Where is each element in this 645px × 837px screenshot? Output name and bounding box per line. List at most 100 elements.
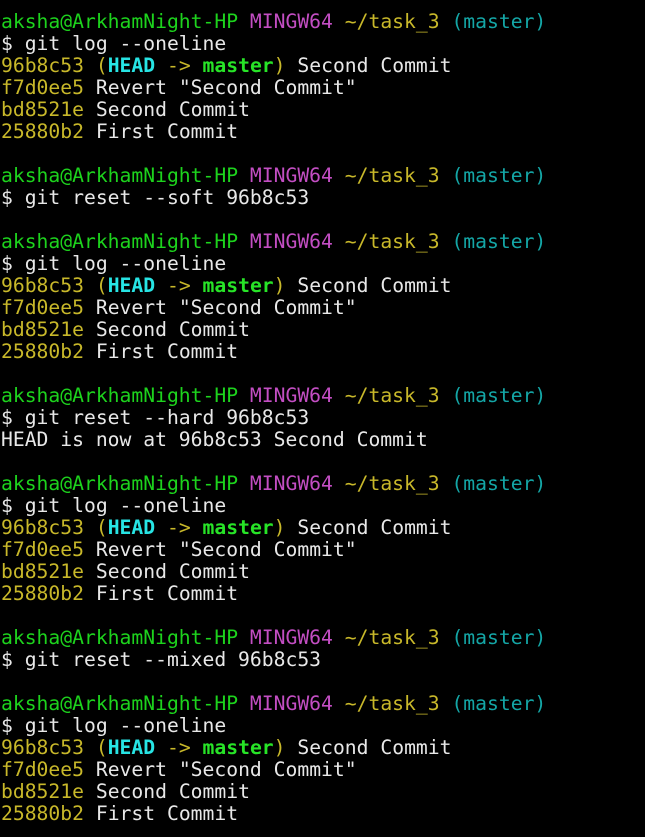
prompt-user-host: aksha@ArkhamNight-HP	[1, 626, 239, 649]
prompt-path: ~/task_3	[344, 230, 440, 253]
master-ref: master	[202, 736, 274, 759]
prompt-branch: (master)	[451, 10, 547, 33]
terminal-window[interactable]: aksha@ArkhamNight-HP MINGW64 ~/task_3 (m…	[1, 11, 645, 825]
prompt-system: MINGW64	[249, 230, 333, 253]
commit-hash: f7d0ee5	[1, 296, 84, 319]
commit-hash: bd8521e	[1, 318, 84, 341]
ref-paren-open: (	[95, 54, 108, 77]
prompt-branch: (master)	[451, 384, 547, 407]
log-line: 96b8c53 (HEAD -> master) Second Commit	[1, 737, 645, 759]
commit-message: Second Commit	[95, 560, 250, 583]
commit-hash: 96b8c53	[1, 274, 84, 297]
commit-hash: bd8521e	[1, 560, 84, 583]
prompt-system: MINGW64	[249, 10, 333, 33]
prompt-line: aksha@ArkhamNight-HP MINGW64 ~/task_3 (m…	[1, 473, 645, 495]
prompt-branch: (master)	[451, 230, 547, 253]
log-line: 25880b2 First Commit	[1, 121, 645, 143]
log-line: f7d0ee5 Revert "Second Commit"	[1, 297, 645, 319]
log-line: f7d0ee5 Revert "Second Commit"	[1, 539, 645, 561]
prompt-line: aksha@ArkhamNight-HP MINGW64 ~/task_3 (m…	[1, 165, 645, 187]
ref-paren-open: (	[95, 274, 108, 297]
prompt-path: ~/task_3	[344, 384, 440, 407]
commit-message: Revert "Second Commit"	[95, 296, 357, 319]
commit-hash: 96b8c53	[1, 54, 84, 77]
commit-hash: f7d0ee5	[1, 76, 84, 99]
head-ref: HEAD	[107, 516, 156, 539]
commit-hash: 25880b2	[1, 802, 84, 825]
command-line: $ git reset --soft 96b8c53	[1, 186, 310, 209]
log-line: f7d0ee5 Revert "Second Commit"	[1, 77, 645, 99]
commit-message: First Commit	[95, 340, 239, 363]
commit-message: First Commit	[95, 120, 239, 143]
commit-message: Second Commit	[297, 516, 452, 539]
commit-message: Second Commit	[297, 274, 452, 297]
log-line: bd8521e Second Commit	[1, 99, 645, 121]
ref-arrow: ->	[155, 54, 203, 77]
prompt-system: MINGW64	[249, 384, 333, 407]
prompt-path: ~/task_3	[344, 626, 440, 649]
prompt-line: aksha@ArkhamNight-HP MINGW64 ~/task_3 (m…	[1, 231, 645, 253]
prompt-user-host: aksha@ArkhamNight-HP	[1, 230, 239, 253]
ref-arrow: ->	[155, 736, 203, 759]
prompt-system: MINGW64	[249, 692, 333, 715]
prompt-user-host: aksha@ArkhamNight-HP	[1, 692, 239, 715]
master-ref: master	[202, 274, 274, 297]
master-ref: master	[202, 54, 274, 77]
command-line: $ git log --oneline	[1, 714, 227, 737]
log-line: 96b8c53 (HEAD -> master) Second Commit	[1, 275, 645, 297]
commit-hash: 96b8c53	[1, 736, 84, 759]
prompt-user-host: aksha@ArkhamNight-HP	[1, 10, 239, 33]
log-line: f7d0ee5 Revert "Second Commit"	[1, 759, 645, 781]
prompt-branch: (master)	[451, 692, 547, 715]
commit-message: Second Commit	[297, 54, 452, 77]
head-ref: HEAD	[107, 736, 156, 759]
prompt-path: ~/task_3	[344, 10, 440, 33]
ref-paren-close: )	[273, 736, 286, 759]
ref-paren-open: (	[95, 516, 108, 539]
prompt-path: ~/task_3	[344, 692, 440, 715]
prompt-branch: (master)	[451, 472, 547, 495]
prompt-branch: (master)	[451, 626, 547, 649]
log-line: bd8521e Second Commit	[1, 319, 645, 341]
commit-message: Revert "Second Commit"	[95, 538, 357, 561]
prompt-system: MINGW64	[249, 164, 333, 187]
commit-hash: f7d0ee5	[1, 758, 84, 781]
commit-message: Second Commit	[95, 98, 250, 121]
head-ref: HEAD	[107, 274, 156, 297]
commit-hash: 25880b2	[1, 582, 84, 605]
ref-paren-close: )	[273, 516, 286, 539]
commit-message: First Commit	[95, 582, 239, 605]
prompt-line: aksha@ArkhamNight-HP MINGW64 ~/task_3 (m…	[1, 385, 645, 407]
head-ref: HEAD	[107, 54, 156, 77]
commit-hash: 25880b2	[1, 340, 84, 363]
prompt-path: ~/task_3	[344, 472, 440, 495]
prompt-line: aksha@ArkhamNight-HP MINGW64 ~/task_3 (m…	[1, 627, 645, 649]
commit-hash: 25880b2	[1, 120, 84, 143]
log-line: bd8521e Second Commit	[1, 561, 645, 583]
commit-message: First Commit	[95, 802, 239, 825]
prompt-system: MINGW64	[249, 626, 333, 649]
command-line: $ git reset --hard 96b8c53	[1, 406, 310, 429]
command-line: $ git log --oneline	[1, 32, 227, 55]
commit-hash: 96b8c53	[1, 516, 84, 539]
commit-message: Revert "Second Commit"	[95, 758, 357, 781]
prompt-system: MINGW64	[249, 472, 333, 495]
prompt-branch: (master)	[451, 164, 547, 187]
prompt-path: ~/task_3	[344, 164, 440, 187]
log-line: 96b8c53 (HEAD -> master) Second Commit	[1, 517, 645, 539]
commit-message: Second Commit	[297, 736, 452, 759]
ref-paren-close: )	[273, 274, 286, 297]
master-ref: master	[202, 516, 274, 539]
prompt-user-host: aksha@ArkhamNight-HP	[1, 472, 239, 495]
commit-hash: bd8521e	[1, 98, 84, 121]
ref-paren-close: )	[273, 54, 286, 77]
log-line: 25880b2 First Commit	[1, 583, 645, 605]
commit-hash: bd8521e	[1, 780, 84, 803]
log-line: bd8521e Second Commit	[1, 781, 645, 803]
